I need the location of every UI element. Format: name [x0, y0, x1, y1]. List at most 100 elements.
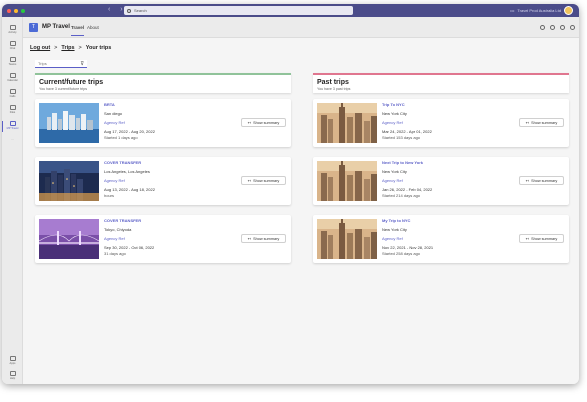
rail-label: Teams: [8, 63, 17, 66]
rail-label: MP Travel: [6, 127, 19, 130]
trip-card[interactable]: COVER TRANSFER Los Angeles, Los Angeles …: [35, 157, 291, 205]
rail-label: Chat: [9, 47, 16, 50]
trips-link[interactable]: Trips: [61, 45, 74, 51]
trip-card[interactable]: COVER TRANSFER Tokyo, Chiyoda Agency Ref…: [35, 215, 291, 263]
trip-image-new-york: [317, 219, 377, 259]
phone-icon: [9, 89, 16, 94]
section-title: Past trips: [317, 79, 349, 86]
trip-city: New York City: [382, 169, 407, 174]
rail-item-teams[interactable]: Teams: [2, 57, 23, 70]
calendar-icon: [9, 73, 16, 78]
trip-card[interactable]: Trip To NYC New York City Agency Ref Mar…: [313, 99, 569, 147]
trip-agency-ref[interactable]: Agency Ref: [104, 178, 234, 183]
trip-city: Los Angeles, Los Angeles: [104, 169, 150, 174]
trip-card[interactable]: My Trip to NYC New York City Agency Ref …: [313, 215, 569, 263]
trip-dates: Mar 24, 2022 - Apr 01, 2022: [382, 129, 432, 134]
trip-title[interactable]: My Trip to NYC: [382, 218, 512, 223]
close-window-button[interactable]: [7, 8, 11, 13]
current-trips-header: Current/future trips You have 3 current/…: [35, 73, 291, 93]
trip-image-tokyo: [39, 219, 99, 259]
trip-image-new-york: [317, 161, 377, 201]
trip-title[interactable]: COVER TRANSFER: [104, 218, 234, 223]
main-content: Log out > Trips > Your trips Trips ⊽ Cur…: [23, 38, 579, 384]
rail-item-activity[interactable]: Activity: [2, 25, 23, 38]
trip-title[interactable]: Next Trip to New York: [382, 160, 512, 165]
settings-icon[interactable]: [560, 25, 565, 30]
summary-icon: ↤: [247, 236, 252, 241]
teams-icon: [9, 57, 16, 62]
bell-icon: [9, 25, 16, 30]
section-subtitle: You have 3 past trips: [317, 87, 351, 91]
trip-started: Started 153 days ago: [382, 135, 421, 140]
show-summary-button[interactable]: ↤ Show summary: [519, 234, 564, 243]
summary-icon: ↤: [525, 120, 530, 125]
trip-dates: Nov 22, 2021 - Nov 28, 2021: [382, 245, 434, 250]
trip-title[interactable]: BRTA: [104, 102, 234, 107]
rail-item-files[interactable]: Files: [2, 105, 23, 118]
trip-agency-ref[interactable]: Agency Ref: [382, 178, 512, 183]
travel-app-icon: [9, 121, 16, 126]
help-icon: [9, 371, 16, 376]
rail-label: Activity: [8, 31, 17, 34]
file-icon: [9, 105, 16, 110]
button-label: Show summary: [531, 178, 558, 183]
logout-link[interactable]: Log out: [30, 45, 50, 51]
rail-item-mp-travel[interactable]: MP Travel: [2, 121, 23, 134]
trip-info: Next Trip to New York New York City Agen…: [382, 160, 512, 198]
title-bar: ‹ › Search ••• Travel Prod Australia Ltd: [2, 4, 579, 17]
search-input[interactable]: Search: [124, 6, 353, 15]
rail-item-calendar[interactable]: Calendar: [2, 73, 23, 86]
rail-item-apps[interactable]: Apps: [2, 356, 23, 365]
breadcrumb: Log out > Trips > Your trips: [30, 45, 111, 51]
show-summary-button[interactable]: ↤ Show summary: [519, 118, 564, 127]
tab-travel[interactable]: Travel: [71, 25, 85, 36]
trip-info: Trip To NYC New York City Agency Ref Mar…: [382, 102, 512, 140]
trip-agency-ref[interactable]: Agency Ref: [104, 120, 234, 125]
trip-info: My Trip to NYC New York City Agency Ref …: [382, 218, 512, 256]
trip-card[interactable]: Next Trip to New York New York City Agen…: [313, 157, 569, 205]
trip-agency-ref[interactable]: Agency Ref: [382, 236, 512, 241]
show-summary-button[interactable]: ↤ Show summary: [519, 176, 564, 185]
trip-city: Tokyo, Chiyoda: [104, 227, 132, 232]
trip-filter-dropdown[interactable]: Trips ⊽: [35, 60, 87, 68]
rail-item-chat[interactable]: Chat: [2, 41, 23, 54]
popout-icon[interactable]: [550, 25, 555, 30]
trip-agency-ref[interactable]: Agency Ref: [104, 236, 234, 241]
more-apps-icon: ...: [11, 138, 14, 141]
past-trips-header: Past trips You have 3 past trips: [313, 73, 569, 93]
user-name: Travel Prod Australia Ltd: [517, 8, 561, 13]
show-summary-button[interactable]: ↤ Show summary: [241, 118, 286, 127]
breadcrumb-separator: >: [78, 45, 82, 51]
apps-icon: [9, 356, 16, 361]
section-subtitle: You have 3 current/future trips: [39, 87, 88, 91]
trip-card[interactable]: BRTA San diego Agency Ref Aug 17, 2022 -…: [35, 99, 291, 147]
rail-item-help[interactable]: Help: [2, 371, 23, 380]
past-trips-column: Past trips You have 3 past trips Trip To: [313, 73, 569, 263]
refresh-icon[interactable]: [540, 25, 545, 30]
trip-started: hours: [104, 193, 115, 198]
rail-item-more[interactable]: ...: [2, 137, 23, 150]
left-rail: Activity Chat Teams Calendar Calls Files…: [2, 17, 23, 384]
trip-dates: Sep 30, 2022 - Oct 06, 2022: [104, 245, 155, 250]
more-icon[interactable]: [570, 25, 575, 30]
more-options-icon[interactable]: •••: [510, 8, 514, 13]
rail-item-calls[interactable]: Calls: [2, 89, 23, 102]
titlebar-right: ••• Travel Prod Australia Ltd: [510, 6, 573, 15]
button-label: Show summary: [253, 178, 280, 183]
avatar[interactable]: [564, 6, 573, 15]
summary-icon: ↤: [525, 236, 530, 241]
trip-info: BRTA San diego Agency Ref Aug 17, 2022 -…: [104, 102, 234, 140]
minimize-window-button[interactable]: [14, 8, 18, 13]
show-summary-button[interactable]: ↤ Show summary: [241, 234, 286, 243]
show-summary-button[interactable]: ↤ Show summary: [241, 176, 286, 185]
trip-started: Started 258 days ago: [382, 251, 421, 256]
tab-about[interactable]: About: [87, 25, 99, 30]
trip-title[interactable]: Trip To NYC: [382, 102, 512, 107]
trip-info: COVER TRANSFER Los Angeles, Los Angeles …: [104, 160, 234, 198]
trip-title[interactable]: COVER TRANSFER: [104, 160, 234, 165]
maximize-window-button[interactable]: [21, 8, 25, 13]
trip-city: New York City: [382, 111, 407, 116]
current-trips-column: Current/future trips You have 3 current/…: [35, 73, 291, 263]
button-label: Show summary: [253, 120, 280, 125]
trip-agency-ref[interactable]: Agency Ref: [382, 120, 512, 125]
